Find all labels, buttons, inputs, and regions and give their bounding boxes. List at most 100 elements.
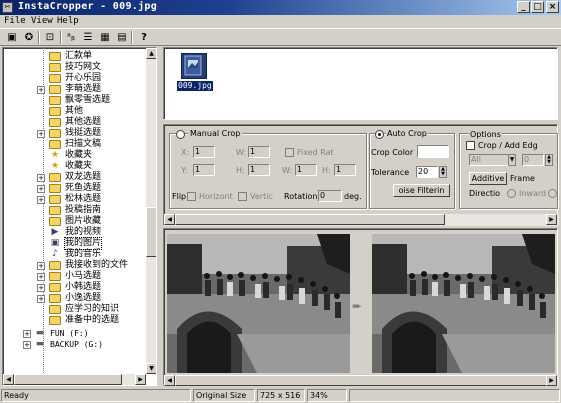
edge-select-value: All [471, 155, 481, 164]
additive-button[interactable]: Additive [469, 172, 507, 185]
save-icon[interactable]: ▣ [5, 31, 19, 44]
scroll-left-icon[interactable]: ◀ [3, 374, 14, 385]
close-button[interactable]: × [546, 1, 559, 13]
outward-radio[interactable] [548, 189, 557, 198]
image-file-icon[interactable] [181, 53, 207, 79]
tree-item-label: 投稿指南 [65, 205, 102, 215]
crop-add-edge-checkbox[interactable] [466, 141, 475, 150]
tree-item-label: 我的图片 [63, 237, 103, 250]
direction-label: Directio [469, 189, 501, 198]
tolerance-spinner-icon[interactable]: ▲ ▼ [439, 166, 447, 178]
expand-icon[interactable]: + [37, 273, 45, 281]
h2-field[interactable]: 1 [334, 164, 356, 176]
folder-icon [49, 140, 61, 149]
edge-size-field[interactable]: 0 [522, 154, 544, 166]
status-original-size-label: Original Size [193, 389, 255, 402]
folder-icon [49, 195, 61, 204]
expand-icon[interactable]: + [23, 330, 31, 338]
tree-item-label: 其他选题 [65, 117, 102, 127]
edge-select[interactable]: All [469, 154, 509, 166]
font-icon[interactable]: ᵃᵦ [64, 31, 78, 44]
tree-item-label: 小逸选题 [65, 293, 102, 303]
open-icon[interactable]: ✪ [22, 31, 36, 44]
scroll-down-icon[interactable]: ▼ [146, 363, 156, 374]
menu-file[interactable]: File [4, 16, 26, 26]
grid-icon[interactable]: ▦ [98, 31, 112, 44]
fixed-ratio-checkbox[interactable] [285, 148, 294, 157]
inward-label: Inward [519, 189, 547, 198]
crop-color-swatch[interactable] [417, 145, 449, 158]
h-field[interactable]: 1 [248, 164, 270, 176]
drive-label: FUN (F:) [50, 329, 89, 338]
tree-item-label: 准备中的选题 [65, 315, 120, 325]
scroll-right-icon[interactable]: ▶ [546, 214, 557, 225]
window-title: InstaCropper - 009.jpg [18, 1, 158, 12]
expand-icon[interactable]: + [23, 341, 31, 349]
status-empty [349, 389, 560, 402]
folder-icon[interactable]: ⊡ [43, 31, 57, 44]
status-bar: Ready Original Size 725 x 516 34% [0, 388, 561, 403]
scroll-right-icon[interactable]: ▶ [546, 375, 557, 386]
menu-view[interactable]: View [31, 16, 53, 26]
images-scroll-thumb[interactable] [175, 375, 547, 386]
edge-size-spinner-icon[interactable]: ▲ ▼ [545, 154, 553, 166]
folder-tree[interactable]: 汇款单 技巧网文 开心乐园 + 李萌选题 飘零雪选题 其他 其他选题 + 钱挺选题 扫描文稿 ★ 收藏夹… [2, 47, 157, 386]
expand-icon[interactable]: + [37, 130, 45, 138]
rotation-field[interactable]: 0 [318, 190, 342, 202]
folder-icon [49, 272, 61, 281]
folder-icon [49, 294, 61, 303]
expand-icon[interactable]: + [37, 86, 45, 94]
help-icon[interactable]: ? [137, 31, 151, 44]
list-icon[interactable]: ☰ [81, 31, 95, 44]
tree-horizontal-scrollbar[interactable]: ◀ ▶ [3, 374, 146, 385]
expand-icon[interactable]: + [37, 295, 45, 303]
folder-icon [49, 107, 61, 116]
minimize-button[interactable]: _ [517, 1, 530, 13]
x-field[interactable]: 1 [193, 146, 215, 158]
app-icon[interactable]: ✂ [2, 2, 13, 13]
tree-scroll-thumb[interactable] [146, 207, 156, 257]
tree-item-label: 小马选题 [65, 271, 102, 281]
edge-select-arrow-icon[interactable]: ▼ [508, 154, 516, 166]
scroll-left-icon[interactable]: ◀ [164, 375, 175, 386]
auto-crop-radio[interactable] [375, 130, 384, 139]
crop-add-edge-label: Crop / Add Edg [478, 141, 538, 150]
tree-hscroll-thumb[interactable] [14, 374, 122, 385]
expand-icon[interactable]: + [37, 185, 45, 193]
expand-icon[interactable]: + [37, 174, 45, 182]
y-field[interactable]: 1 [193, 164, 215, 176]
expand-icon[interactable]: + [37, 196, 45, 204]
controls-scroll-thumb[interactable] [175, 214, 445, 225]
images-horizontal-scrollbar[interactable]: ◀ ▶ [164, 375, 559, 386]
tree-item-label: 收藏夹 [65, 161, 93, 171]
maximize-button[interactable]: □ [531, 1, 544, 13]
w-field[interactable]: 1 [248, 146, 270, 158]
cropped-photo[interactable] [372, 234, 555, 373]
tolerance-field[interactable]: 20 [416, 166, 438, 178]
x-label: X: [181, 148, 190, 157]
manual-crop-radio[interactable] [176, 130, 185, 139]
thumbnail-pane[interactable]: 009.jpg [163, 47, 558, 120]
scroll-left-icon[interactable]: ◀ [164, 214, 175, 225]
thumbnail-caption[interactable]: 009.jpg [177, 81, 213, 91]
menu-bar: File View Help [0, 15, 561, 28]
drive-icon: ▬ [35, 339, 45, 349]
w2-field[interactable]: 1 [295, 164, 317, 176]
tree-item-label: 我接收到的文件 [65, 260, 129, 270]
flip-horizontal-checkbox[interactable] [187, 192, 196, 201]
tree-vertical-scrollbar[interactable]: ▲ ▼ [146, 48, 156, 374]
scroll-up-icon[interactable]: ▲ [146, 48, 156, 59]
inward-radio[interactable] [507, 189, 516, 198]
folder-icon [49, 261, 61, 270]
thumbs-icon[interactable]: ▤ [115, 31, 129, 44]
expand-icon[interactable]: + [37, 262, 45, 270]
menu-help[interactable]: Help [57, 16, 79, 26]
tree-item-label: 应学习的知识 [65, 304, 120, 314]
controls-horizontal-scrollbar[interactable]: ◀ ▶ [164, 214, 559, 226]
flip-vertical-checkbox[interactable] [238, 192, 247, 201]
original-photo[interactable] [167, 234, 350, 373]
noise-filtering-button[interactable]: oise Filterin [393, 184, 450, 197]
expand-icon[interactable]: + [37, 284, 45, 292]
tree-item-label: 开心乐园 [65, 73, 102, 83]
scroll-right-icon[interactable]: ▶ [135, 374, 146, 385]
